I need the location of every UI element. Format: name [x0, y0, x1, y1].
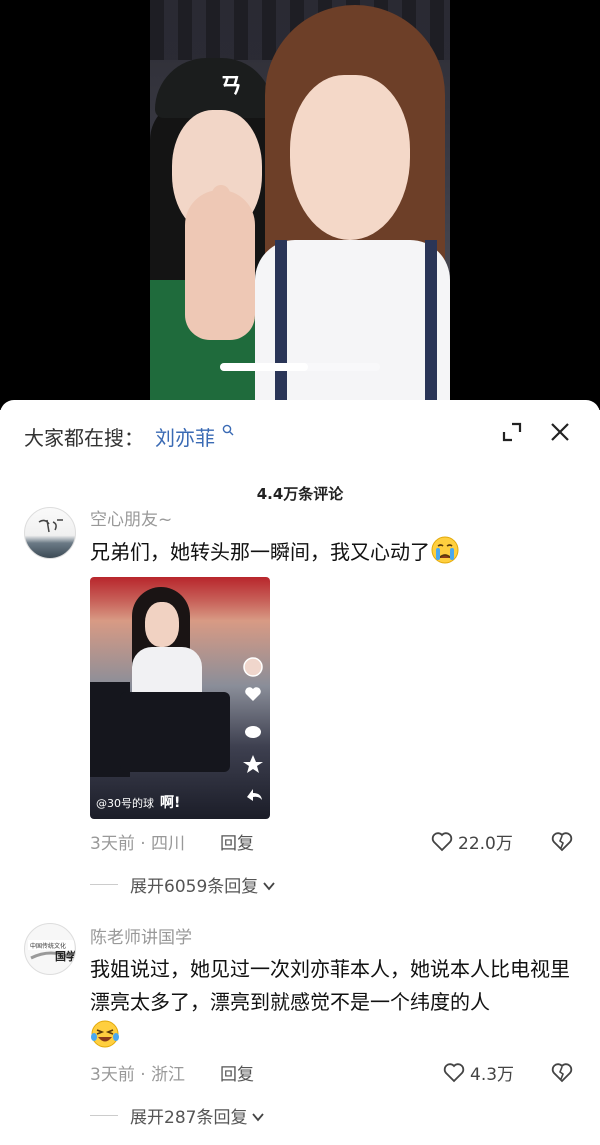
comment-image[interactable]: @30号的球 啊!	[90, 577, 270, 819]
comment-time-location: 3天前 · 浙江	[90, 1065, 186, 1085]
crying-face-icon	[431, 536, 459, 564]
avatar[interactable]	[24, 507, 76, 559]
search-icon	[222, 424, 234, 436]
trending-search-term[interactable]: 刘亦菲	[155, 422, 215, 451]
comments-count: 4.4万条评论	[256, 485, 344, 503]
comment-username[interactable]: 空心朋友~	[90, 505, 172, 530]
comment-text: 兄弟们，她转头那一瞬间，我又心动了	[90, 535, 578, 569]
avatar-calligraphy-icon	[38, 519, 63, 533]
svg-text:中国传统文化: 中国传统文化	[30, 942, 66, 950]
svg-text:国学: 国学	[55, 949, 76, 963]
video-frame[interactable]: ㄢ	[150, 0, 450, 410]
comment-meta: 3天前 · 四川 回复 22.0万	[90, 827, 580, 855]
image-caption: @30号的球 啊!	[96, 795, 181, 811]
heart-icon[interactable]	[442, 1060, 466, 1084]
video-progress-fill	[220, 363, 308, 371]
like-count: 22.0万	[458, 834, 513, 854]
reply-button[interactable]: 回复	[220, 1060, 254, 1085]
heart-icon[interactable]	[430, 829, 454, 853]
expand-replies-button[interactable]: 展开6059条回复	[90, 872, 310, 897]
trending-search-row[interactable]: 大家都在搜： 刘亦菲	[0, 400, 600, 464]
video-progress-bar[interactable]	[220, 363, 380, 371]
comment-item: 中国传统文化 国学 陈老师讲国学 我姐说过，她见过一次刘亦菲本人，她说本人比电视…	[0, 923, 600, 1145]
avatar[interactable]: 中国传统文化 国学	[24, 923, 76, 975]
image-video-side-icons	[243, 657, 263, 801]
comment-username[interactable]: 陈老师讲国学	[90, 923, 192, 948]
chevron-down-icon	[252, 1113, 265, 1122]
comment-sheet: 大家都在搜： 刘亦菲 4.4万条评论 空心朋友~ 兄弟们，她转头那一瞬间，我又心…	[0, 400, 600, 1145]
chevron-down-icon	[263, 882, 275, 891]
broken-heart-icon[interactable]	[550, 1060, 574, 1084]
reply-button[interactable]: 回复	[220, 829, 254, 854]
trending-search-prefix: 大家都在搜：	[24, 426, 144, 450]
video-player[interactable]: ㄢ	[0, 0, 600, 410]
like-count: 4.3万	[470, 1065, 515, 1085]
close-icon[interactable]	[548, 420, 572, 444]
comment-text: 我姐说过，她见过一次刘亦菲本人，她说本人比电视里漂亮太多了，漂亮到就感觉不是一个…	[90, 953, 578, 1053]
comment-meta: 3天前 · 浙江 回复 4.3万	[90, 1058, 580, 1086]
expand-replies-button[interactable]: 展开287条回复	[90, 1103, 310, 1128]
broken-heart-icon[interactable]	[550, 829, 574, 853]
laughing-tears-icon	[91, 1020, 119, 1048]
cap-logo: ㄢ	[220, 74, 243, 99]
video-person-right	[245, 5, 450, 410]
comment-time-location: 3天前 · 四川	[90, 834, 186, 854]
expand-icon[interactable]	[500, 420, 524, 444]
avatar-guoxue-icon: 中国传统文化 国学	[28, 940, 76, 963]
comment-item: 空心朋友~ 兄弟们，她转头那一瞬间，我又心动了 @30号的球 啊! 3天前 · …	[0, 505, 600, 897]
